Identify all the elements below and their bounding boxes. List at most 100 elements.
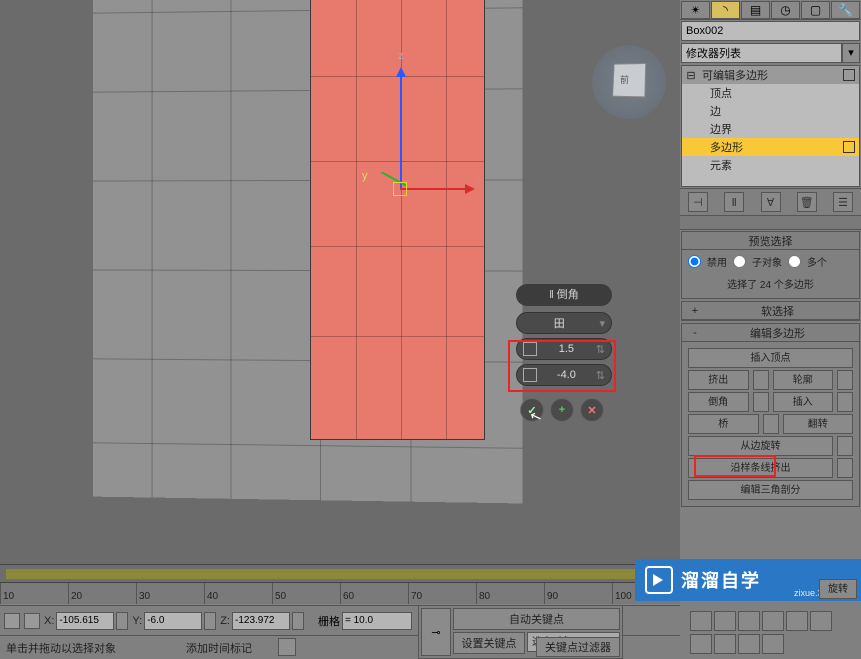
key-filters-button[interactable]: 关键点过滤器 — [536, 637, 620, 657]
modify-tab-icon[interactable]: ◝ — [711, 1, 740, 19]
rollup-header-editpoly[interactable]: - 编辑多边形 — [682, 324, 859, 342]
stack-item-label: 可编辑多边形 — [702, 67, 768, 83]
extrude-spline-settings-button[interactable] — [837, 458, 853, 478]
modifier-stack[interactable]: ⊟ 可编辑多边形 顶点 边 边界 多边形 元素 — [681, 65, 860, 187]
preview-subobj-radio[interactable] — [733, 255, 746, 268]
preview-disable-radio[interactable] — [688, 255, 701, 268]
caddy-mode-button[interactable]: 田 ▾ — [516, 312, 612, 334]
stack-show-toggle[interactable] — [843, 69, 855, 81]
key-mode-toggle[interactable]: ⊸ — [421, 608, 451, 656]
caddy-outline-value: -4.0 — [541, 369, 592, 381]
motion-tab-icon[interactable]: ◷ — [771, 1, 800, 19]
hierarchy-tab-icon[interactable]: ▤ — [741, 1, 770, 19]
stack-sub-toggle[interactable] — [843, 141, 855, 153]
time-tag-button[interactable] — [278, 638, 296, 656]
flip-button[interactable]: 翻转 — [783, 414, 854, 434]
coord-y-input[interactable] — [144, 612, 202, 630]
goto-end-button[interactable] — [786, 611, 808, 631]
stack-sub-border[interactable]: 边界 — [682, 120, 859, 138]
extrude-settings-button[interactable] — [753, 370, 769, 390]
stack-sub-vertex[interactable]: 顶点 — [682, 84, 859, 102]
prev-frame-button[interactable] — [714, 611, 736, 631]
spinner-icon: ⇅ — [596, 343, 605, 356]
bridge-button[interactable]: 桥 — [688, 414, 759, 434]
viewcube-cube[interactable] — [612, 63, 646, 97]
stack-expand-icon[interactable]: ⊟ — [686, 69, 696, 82]
play-button[interactable] — [738, 611, 760, 631]
ruler-tick: 30 — [136, 583, 204, 604]
rollup-header-softsel[interactable]: + 软选择 — [682, 302, 859, 320]
outline-settings-button[interactable] — [837, 370, 853, 390]
coord-x-field: X: — [44, 612, 128, 630]
stack-sub-edge[interactable]: 边 — [682, 102, 859, 120]
ruler-tick: 40 — [204, 583, 272, 604]
rollup-soft-selection: + 软选择 — [681, 301, 860, 321]
time-ruler[interactable]: 10 20 30 40 50 60 70 80 90 100 — [0, 582, 680, 604]
outline-button[interactable]: 轮廓 — [773, 370, 834, 390]
auto-key-button[interactable]: 自动关键点 — [453, 608, 620, 630]
ruler-tick: 70 — [408, 583, 476, 604]
selection-lock-button[interactable] — [4, 613, 20, 629]
coord-x-input[interactable] — [56, 612, 114, 630]
display-tab-icon[interactable]: ▢ — [801, 1, 830, 19]
time-slider[interactable] — [0, 564, 680, 582]
make-unique-button[interactable]: ∀ — [761, 192, 781, 212]
transform-type-in-button[interactable] — [24, 613, 40, 629]
nav-button-1[interactable] — [810, 611, 832, 631]
coord-z-input[interactable] — [232, 612, 290, 630]
coord-y-field: Y: — [132, 612, 216, 630]
stack-item-editable-poly[interactable]: ⊟ 可编辑多边形 — [682, 66, 859, 84]
modifier-list-dropdown[interactable]: 修改器列表 — [681, 43, 842, 63]
edit-tri-button[interactable]: 编辑三角剖分 — [688, 480, 853, 500]
grid-label: 栅格 — [318, 613, 340, 629]
create-tab-icon[interactable]: ✴ — [681, 1, 710, 19]
stack-sub-polygon[interactable]: 多边形 — [682, 138, 859, 156]
spin-edge-settings-button[interactable] — [837, 436, 853, 456]
insert-vertex-button[interactable]: 插入顶点 — [688, 348, 853, 368]
viewcube[interactable]: 前 — [592, 45, 666, 119]
show-end-result-button[interactable]: Ⅱ — [724, 192, 744, 212]
extrude-along-spline-button[interactable]: 沿样条线挤出 — [688, 458, 833, 478]
caddy-mode-icon: 田 — [523, 315, 595, 331]
modifier-list-arrow-icon[interactable]: ▾ — [842, 43, 860, 63]
ruler-tick: 10 — [0, 583, 68, 604]
bridge-settings-button[interactable] — [763, 414, 779, 434]
height-icon — [523, 342, 537, 356]
caddy-height-spinner[interactable]: 1.5 ⇅ — [516, 338, 612, 360]
caddy-outline-spinner[interactable]: -4.0 ⇅ — [516, 364, 612, 386]
caddy-apply-button[interactable]: + — [550, 398, 574, 422]
next-frame-button[interactable] — [762, 611, 784, 631]
spin-edge-button[interactable]: 从边旋转 — [688, 436, 833, 456]
rollup-collapse-icon: - — [688, 327, 702, 339]
goto-start-button[interactable] — [690, 611, 712, 631]
time-slider-track[interactable] — [6, 569, 674, 579]
inset-settings-button[interactable] — [837, 392, 853, 412]
coord-y-spinner[interactable] — [204, 612, 216, 630]
chamfer-settings-button[interactable] — [753, 392, 769, 412]
rollup-header-preview[interactable]: 预览选择 — [682, 232, 859, 250]
stack-sub-element[interactable]: 元素 — [682, 156, 859, 174]
viewport[interactable]: z x y 前 ‖ 倒角 田 ▾ 1.5 ⇅ — [0, 0, 680, 564]
object-name-input[interactable] — [681, 21, 860, 41]
preview-disable-label: 禁用 — [707, 254, 727, 269]
nav-button-5[interactable] — [762, 634, 784, 654]
utilities-tab-icon[interactable]: 🔧 — [831, 1, 860, 19]
configure-sets-button[interactable]: ☰ — [833, 192, 853, 212]
remove-modifier-button[interactable]: 🗑 — [797, 192, 817, 212]
nav-button-2[interactable] — [690, 634, 712, 654]
pin-stack-button[interactable]: ⊣ — [688, 192, 708, 212]
retriangulate-rotate-button[interactable]: 旋转 — [819, 579, 857, 599]
viewport-area: z x y 前 ‖ 倒角 田 ▾ 1.5 ⇅ — [0, 0, 680, 659]
preview-multi-radio[interactable] — [788, 255, 801, 268]
coord-x-spinner[interactable] — [116, 612, 128, 630]
nav-button-3[interactable] — [714, 634, 736, 654]
selected-polygons[interactable] — [310, 0, 485, 440]
extrude-button[interactable]: 挤出 — [688, 370, 749, 390]
inset-button[interactable]: 插入 — [773, 392, 834, 412]
set-key-button[interactable]: 设置关键点 — [453, 632, 525, 654]
caddy-cancel-button[interactable]: ✕ — [580, 398, 604, 422]
coord-z-spinner[interactable] — [292, 612, 304, 630]
chamfer-button[interactable]: 倒角 — [688, 392, 749, 412]
coord-z-label: Z: — [220, 615, 230, 627]
nav-button-4[interactable] — [738, 634, 760, 654]
